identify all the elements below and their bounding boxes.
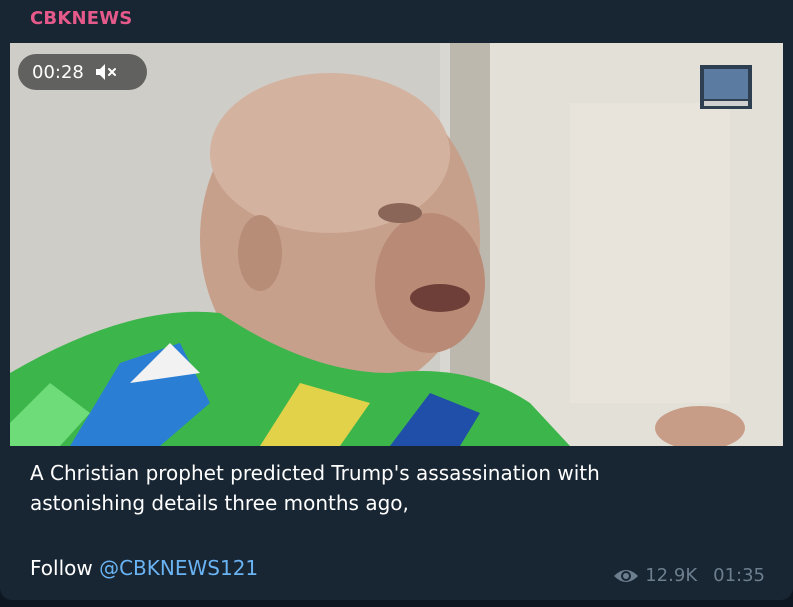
video-duration: 00:28	[32, 61, 84, 83]
post-time: 01:35	[713, 565, 765, 586]
speaker-muted-icon[interactable]	[94, 62, 120, 82]
follow-text: Follow	[30, 556, 100, 580]
view-count: 12.9K	[645, 565, 698, 586]
video-duration-badge[interactable]: 00:28	[18, 54, 147, 90]
follow-handle-link[interactable]: @CBKNEWS121	[99, 556, 258, 580]
eye-icon	[613, 567, 639, 585]
video-player[interactable]	[10, 43, 783, 446]
video-frame	[10, 43, 783, 446]
caption-line-2: astonishing details three months ago,	[30, 491, 409, 515]
channel-name[interactable]: CBKNEWS	[30, 8, 132, 29]
follow-line: Follow @CBKNEWS121	[30, 553, 258, 583]
post-caption: A Christian prophet predicted Trump's as…	[30, 458, 770, 518]
post-meta: 12.9K 01:35	[613, 565, 765, 586]
caption-line-1: A Christian prophet predicted Trump's as…	[30, 461, 600, 485]
message-bubble: CBKNEWS 00:28 A Christian prophet predic…	[0, 0, 793, 600]
